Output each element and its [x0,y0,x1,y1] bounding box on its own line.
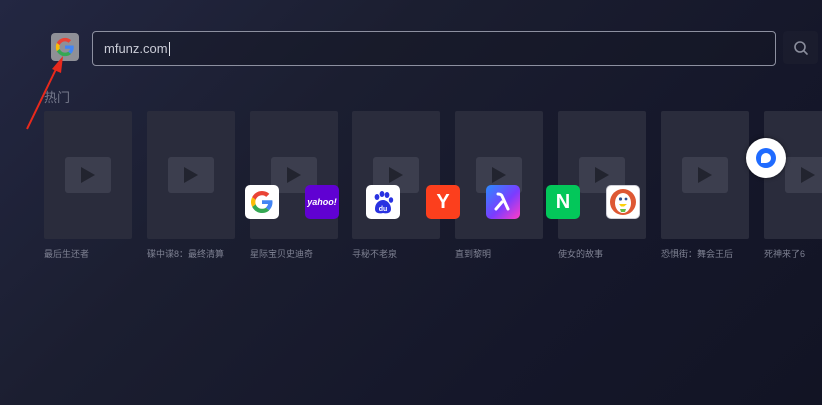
engine-option-duckduckgo[interactable] [606,185,640,219]
play-icon [682,157,728,193]
chat-bubble-icon [756,148,776,168]
movie-poster [352,111,440,239]
search-input-value: mfunz.com [104,41,168,56]
movie-poster [558,111,646,239]
play-icon [168,157,214,193]
movie-title: 寻秘不老泉 [352,249,398,259]
movie-title: 星际宝贝史迪奇 [250,249,314,259]
yahoo-icon: yahoo! [307,197,337,207]
text-caret [168,41,170,56]
search-engine-selector[interactable] [51,33,79,61]
engine-option-kuake[interactable] [486,185,520,219]
duckduckgo-icon [610,189,636,215]
section-title-hot: 热门 [44,90,71,105]
movie-title: 直到黎明 [455,249,492,259]
movie-card[interactable]: 死神来了6 [764,111,822,260]
movie-title: 恐惧街：舞会王后 [661,249,734,259]
movie-poster [455,111,543,239]
kuake-icon [494,192,510,211]
movie-poster [44,111,132,239]
movie-card[interactable]: 最后生还者 [44,111,132,260]
svg-text:du: du [379,206,388,213]
movie-title: 死神来了6 [764,249,806,259]
baidu-icon: du [374,191,394,214]
engine-option-yahoo[interactable]: yahoo! [305,185,339,219]
play-icon [65,157,111,193]
search-icon [793,40,808,55]
naver-icon: N [555,190,571,213]
google-icon [251,191,273,213]
play-icon [785,157,822,193]
movie-title: 最后生还者 [44,249,90,259]
engine-option-baidu[interactable]: du [366,185,400,219]
search-button[interactable] [783,31,818,64]
movie-poster [661,111,749,239]
yandex-icon: Y [436,190,450,213]
floating-assistant-button[interactable] [746,138,786,178]
engine-option-google[interactable] [245,185,279,219]
movie-title: 使女的故事 [558,249,604,259]
google-icon [55,37,74,57]
movie-card[interactable]: 碟中谍8：最终清算 [147,111,235,260]
movie-poster [147,111,235,239]
engine-option-yandex[interactable]: Y [426,185,460,219]
movie-card[interactable]: 恐惧街：舞会王后 [661,111,749,260]
search-input[interactable]: mfunz.com [92,31,776,66]
engine-option-naver[interactable]: N [546,185,580,219]
movie-title: 碟中谍8：最终清算 [147,249,225,259]
movie-poster [250,111,338,239]
